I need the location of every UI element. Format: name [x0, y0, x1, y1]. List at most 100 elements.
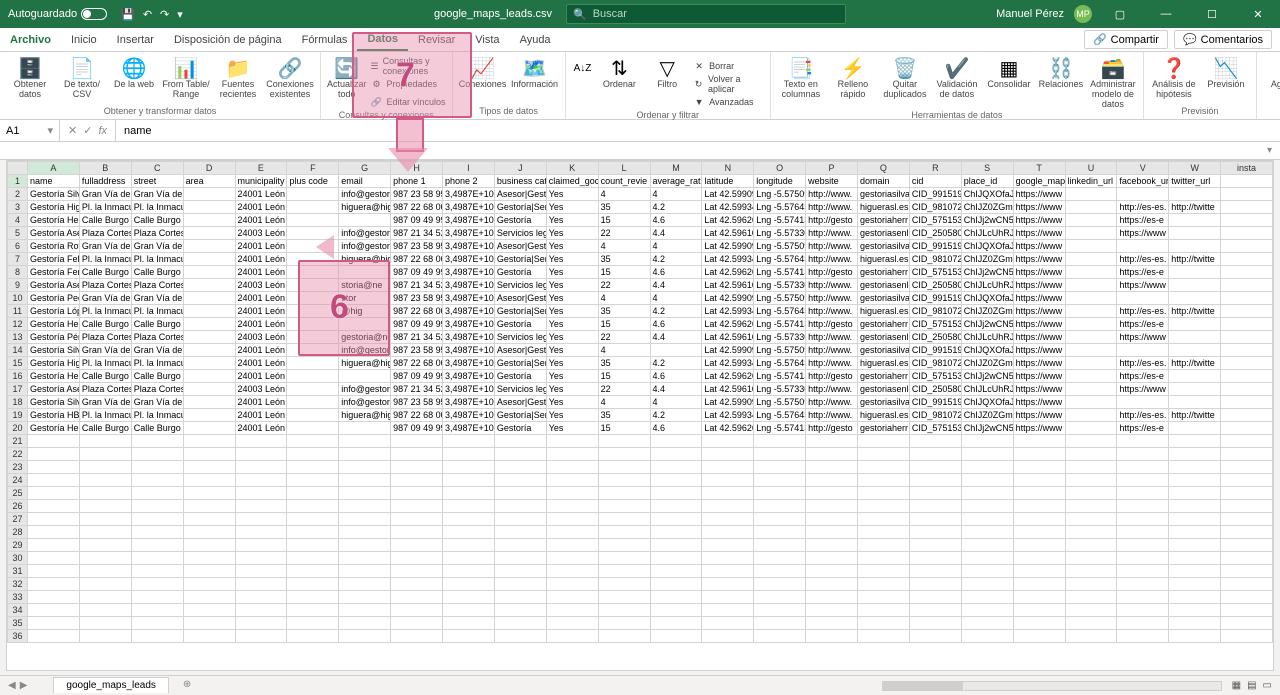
cell[interactable] [235, 552, 287, 565]
cell[interactable] [339, 370, 391, 383]
cell[interactable]: 22 [598, 331, 650, 344]
cell[interactable] [183, 396, 235, 409]
cell[interactable] [546, 552, 598, 565]
cell[interactable]: CID_9810728 [909, 357, 961, 370]
cell[interactable]: gestoriasilva [858, 188, 910, 201]
cell[interactable] [28, 500, 80, 513]
cell[interactable] [391, 565, 443, 578]
cell[interactable] [1013, 539, 1065, 552]
cell[interactable] [1117, 240, 1169, 253]
cell[interactable]: Lng -5.57643 [754, 201, 806, 214]
cell[interactable] [494, 539, 546, 552]
cell[interactable]: Plaza Cortes [131, 383, 183, 396]
cell[interactable]: 15 [598, 214, 650, 227]
cell[interactable]: Gestoría Ase [28, 227, 80, 240]
cell[interactable] [183, 578, 235, 591]
cell[interactable]: Yes [546, 240, 598, 253]
cell[interactable] [1013, 591, 1065, 604]
cell[interactable]: Gestoría Her [28, 370, 80, 383]
cell[interactable]: http://www. [806, 188, 858, 201]
cell[interactable]: Yes [546, 409, 598, 422]
cell[interactable]: CID_9915190 [909, 188, 961, 201]
cell[interactable] [754, 591, 806, 604]
cell[interactable]: 22 [598, 279, 650, 292]
cell[interactable] [961, 487, 1013, 500]
cell[interactable]: website [806, 175, 858, 188]
cell[interactable]: ChIJQXOfaJC [961, 344, 1013, 357]
cell[interactable]: 987 21 34 52 [391, 227, 443, 240]
cell[interactable]: Yes [546, 292, 598, 305]
col-header[interactable]: N [702, 162, 754, 175]
row-header[interactable]: 13 [8, 331, 28, 344]
cell[interactable] [287, 240, 339, 253]
cell[interactable]: 4.6 [650, 370, 702, 383]
cell[interactable] [1117, 487, 1169, 500]
cell[interactable]: 24001 León [235, 266, 287, 279]
cell[interactable] [287, 331, 339, 344]
cell[interactable] [1169, 383, 1221, 396]
accept-icon[interactable]: ✓ [83, 124, 92, 137]
cell[interactable] [287, 630, 339, 643]
cell[interactable] [391, 474, 443, 487]
cell[interactable] [443, 617, 495, 630]
cell[interactable]: higuera@hig [339, 357, 391, 370]
cell[interactable] [1117, 513, 1169, 526]
cell[interactable]: 987 09 49 99 [391, 422, 443, 435]
cell[interactable] [131, 630, 183, 643]
cell[interactable]: Lat 42.59610 [702, 331, 754, 344]
cell[interactable] [235, 526, 287, 539]
cell[interactable]: higuerasl.es [858, 409, 910, 422]
cell[interactable] [961, 539, 1013, 552]
cell[interactable] [131, 474, 183, 487]
cell[interactable] [1169, 526, 1221, 539]
cell[interactable]: 987 22 68 00 [391, 305, 443, 318]
cell[interactable]: 3,4987E+10 [443, 214, 495, 227]
cell[interactable] [131, 552, 183, 565]
cell[interactable]: Gestoría [494, 370, 546, 383]
cell[interactable]: 987 09 49 99 [391, 214, 443, 227]
cell[interactable]: https://www [1013, 357, 1065, 370]
cell[interactable] [806, 461, 858, 474]
cell[interactable] [287, 292, 339, 305]
cell[interactable] [339, 266, 391, 279]
cell[interactable]: ChIJZ0ZGmZ( [961, 409, 1013, 422]
cell[interactable] [443, 630, 495, 643]
cell[interactable]: Yes [546, 318, 598, 331]
cell[interactable]: gestoriasilva [858, 344, 910, 357]
cell[interactable] [28, 617, 80, 630]
cell[interactable]: fulladdress [79, 175, 131, 188]
cell[interactable] [1013, 630, 1065, 643]
cell[interactable] [702, 630, 754, 643]
cell[interactable] [28, 539, 80, 552]
cell[interactable]: Lat 42.59626 [702, 318, 754, 331]
cell[interactable] [235, 474, 287, 487]
cell[interactable] [650, 565, 702, 578]
cell[interactable]: http://www. [806, 409, 858, 422]
cell[interactable]: 4.2 [650, 357, 702, 370]
cell[interactable]: CID_2505801 [909, 331, 961, 344]
cell[interactable]: Yes [546, 305, 598, 318]
row-header[interactable]: 30 [8, 552, 28, 565]
cell[interactable] [702, 461, 754, 474]
cell[interactable]: gestoriaherr [858, 214, 910, 227]
cell[interactable]: Gestoría Silv [28, 396, 80, 409]
col-header[interactable]: A [28, 162, 80, 175]
cell[interactable] [183, 318, 235, 331]
scroll-thumb[interactable] [883, 682, 963, 690]
cell[interactable]: https://www [1013, 396, 1065, 409]
cell[interactable]: CID_5751538 [909, 266, 961, 279]
cell[interactable] [28, 435, 80, 448]
cell[interactable] [858, 552, 910, 565]
cell[interactable]: 4.2 [650, 201, 702, 214]
row-header[interactable]: 23 [8, 461, 28, 474]
cell[interactable] [235, 630, 287, 643]
cell[interactable] [546, 513, 598, 526]
cell[interactable]: 3,4987E+10 [443, 240, 495, 253]
cell[interactable] [131, 500, 183, 513]
cell[interactable]: https://www [1117, 279, 1169, 292]
cell[interactable] [391, 630, 443, 643]
cell[interactable] [1065, 461, 1117, 474]
cell[interactable] [806, 500, 858, 513]
cell[interactable] [1013, 513, 1065, 526]
cell[interactable] [650, 526, 702, 539]
